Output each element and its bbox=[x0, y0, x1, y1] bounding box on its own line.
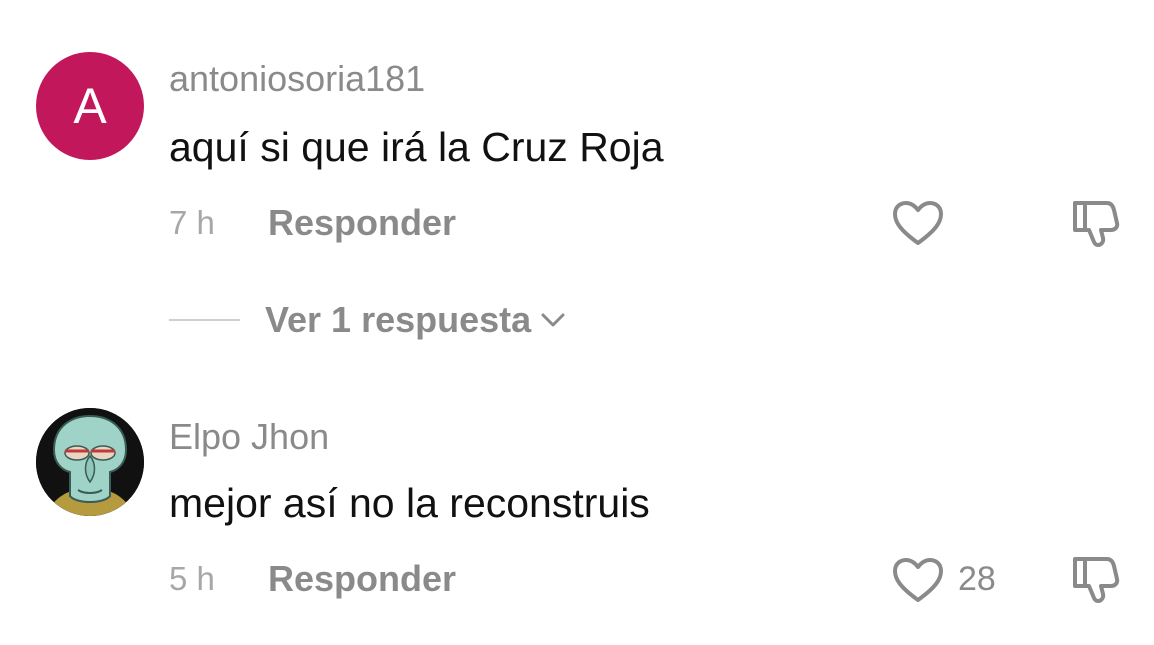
reply-button[interactable]: Responder bbox=[268, 202, 456, 244]
like-button[interactable] bbox=[890, 555, 946, 605]
avatar[interactable]: A bbox=[36, 52, 144, 160]
avatar-image bbox=[36, 408, 144, 516]
comment-time: 5 h bbox=[169, 560, 215, 597]
heart-icon bbox=[893, 558, 943, 602]
comment-text: aquí si que irá la Cruz Roja bbox=[169, 124, 664, 170]
thumbs-down-icon bbox=[1073, 557, 1120, 603]
dislike-button[interactable] bbox=[1070, 552, 1124, 606]
comment-time: 7 h bbox=[169, 204, 215, 241]
comment-username[interactable]: antoniosoria181 bbox=[169, 58, 425, 100]
dislike-button[interactable] bbox=[1070, 196, 1124, 250]
replies-divider bbox=[169, 319, 240, 321]
chevron-down-icon bbox=[541, 313, 565, 327]
like-count: 28 bbox=[958, 560, 996, 598]
view-replies-button[interactable]: Ver 1 respuesta bbox=[265, 299, 567, 341]
comment-text: mejor así no la reconstruis bbox=[169, 480, 650, 526]
heart-icon bbox=[893, 201, 943, 245]
like-button[interactable] bbox=[890, 198, 946, 248]
reply-button[interactable]: Responder bbox=[268, 558, 456, 600]
comment-username[interactable]: Elpo Jhon bbox=[169, 416, 329, 458]
avatar-initial: A bbox=[73, 78, 107, 134]
comments-screen: A antoniosoria181 aquí si que irá la Cru… bbox=[0, 0, 1154, 645]
thumbs-down-icon bbox=[1073, 201, 1120, 247]
view-replies-label: Ver 1 respuesta bbox=[265, 299, 532, 340]
avatar[interactable] bbox=[36, 408, 144, 516]
